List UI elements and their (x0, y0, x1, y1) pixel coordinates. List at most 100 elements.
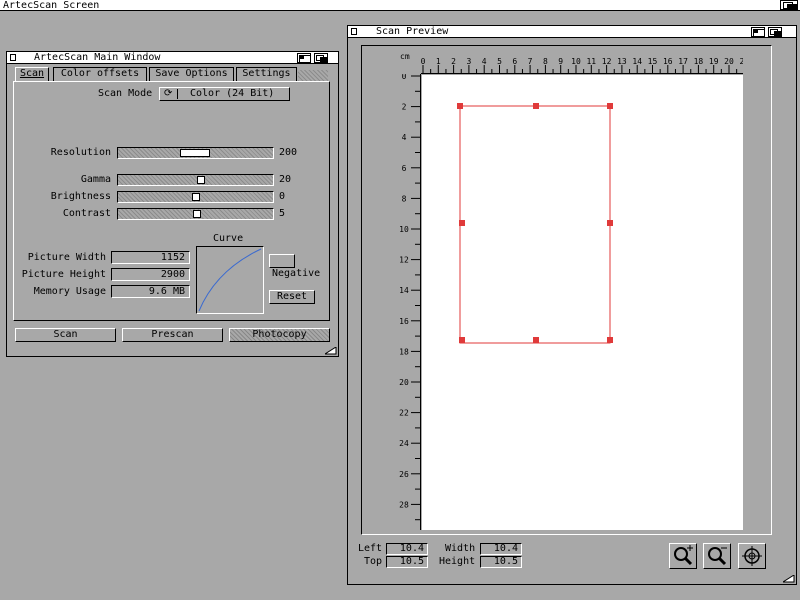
ruler-tick-label: 28 (399, 500, 409, 509)
left-label: Left (358, 543, 383, 554)
selection-handle (459, 337, 465, 343)
left-field[interactable]: 10.4 (386, 543, 428, 555)
main-window-title: ArtecScan Main Window (34, 52, 161, 63)
gamma-slider-knob[interactable] (197, 176, 205, 184)
brightness-slider-knob[interactable] (192, 193, 200, 201)
selection-border (459, 105, 611, 344)
memory-usage-field: 9.6 MB (111, 285, 190, 298)
selection-handle (533, 103, 539, 109)
picture-height-field: 2900 (111, 268, 190, 281)
tab-color-offsets[interactable]: Color offsets (53, 67, 147, 81)
ruler-tick-label: 14 (632, 58, 642, 66)
ruler-tick-label: 12 (399, 256, 409, 265)
reset-button-label: Reset (276, 291, 308, 302)
tab-settings[interactable]: Settings (236, 67, 297, 81)
depth-icon[interactable] (768, 27, 782, 37)
resolution-slider[interactable] (117, 147, 274, 159)
scan-button-label: Scan (53, 329, 78, 340)
ruler-tick-label: 6 (512, 58, 517, 66)
main-window-titlebar[interactable]: ArtecScan Main Window (7, 52, 338, 64)
negative-checkbox[interactable] (269, 254, 295, 268)
height-label: Height (439, 556, 476, 567)
ruler-tick-label: 10 (399, 225, 409, 234)
gamma-value: 20 (279, 174, 292, 185)
main-window-size-icon[interactable] (325, 347, 337, 355)
preview-window-size-icon[interactable] (783, 575, 795, 583)
ruler-tick-label: 9 (558, 58, 563, 66)
preview-window-title: Scan Preview (376, 26, 449, 37)
top-field[interactable]: 10.5 (386, 556, 428, 568)
tab-save-options[interactable]: Save Options (149, 67, 234, 81)
selection-handle (533, 337, 539, 343)
tab-settings-label: Settings (242, 68, 291, 79)
crosshair-button[interactable] (738, 543, 766, 569)
ruler-tick-label: 20 (399, 378, 409, 387)
ruler-tick-label: 20 (724, 58, 734, 66)
cycle-icon: ⟳ (164, 88, 173, 99)
ruler-tick-label: 24 (399, 439, 409, 448)
gamma-label: Gamma (80, 174, 111, 185)
prescan-button-label: Prescan (151, 329, 194, 340)
screen-title-bar: ArtecScan Screen (0, 0, 800, 11)
horizontal-ruler: 0123456789101112131415161718192021 (421, 58, 743, 74)
zoom-out-button[interactable] (703, 543, 731, 569)
ruler-tick-label: 26 (399, 470, 409, 479)
tab-scan[interactable]: Scan (15, 67, 49, 81)
top-label: Top (364, 556, 383, 567)
vertical-ruler: 0246810121416182022242628 (399, 74, 421, 530)
cycle-separator (177, 89, 178, 99)
selection-handle (607, 103, 613, 109)
tab-save-options-label: Save Options (155, 68, 228, 79)
zoom-icon[interactable] (751, 27, 765, 37)
ruler-tick-label: 21 (739, 58, 743, 66)
zoom-icon[interactable] (297, 53, 311, 63)
preview-window-titlebar[interactable]: Scan Preview (348, 26, 796, 38)
contrast-slider-knob[interactable] (193, 210, 201, 218)
screen-title: ArtecScan Screen (3, 0, 100, 11)
prescan-button[interactable]: Prescan (122, 328, 223, 342)
zoom-in-icon (674, 545, 693, 566)
resolution-label: Resolution (50, 147, 111, 158)
picture-width-field: 1152 (111, 251, 190, 264)
ruler-tick-label: 4 (402, 133, 407, 142)
scan-selection[interactable] (457, 102, 617, 347)
zoom-in-button[interactable] (669, 543, 697, 569)
ruler-tick-label: 10 (571, 58, 581, 66)
scan-mode-value: Color (24 Bit) (190, 88, 275, 99)
ruler-tick-label: 15 (648, 58, 658, 66)
ruler-tick-label: 1 (436, 58, 441, 66)
width-label: Width (445, 543, 476, 554)
crosshair-icon (742, 546, 762, 566)
ruler-tick-label: 19 (709, 58, 719, 66)
contrast-slider[interactable] (117, 208, 274, 220)
curve-label: Curve (213, 233, 244, 244)
scan-button[interactable]: Scan (15, 328, 116, 342)
close-icon[interactable] (10, 54, 16, 61)
tab-color-offsets-label: Color offsets (60, 68, 140, 79)
ruler-tick-label: 17 (678, 58, 688, 66)
brightness-value: 0 (279, 191, 286, 202)
ruler-tick-label: 14 (399, 286, 409, 295)
depth-icon[interactable] (314, 53, 328, 63)
gamma-curve (198, 248, 262, 312)
selection-handle (459, 220, 465, 226)
tab-scan-label: Scan (19, 68, 45, 79)
resolution-slider-knob[interactable] (180, 149, 210, 157)
scan-mode-cycle[interactable]: ⟳ Color (24 Bit) (159, 87, 290, 101)
ruler-tick-label: 18 (694, 58, 704, 66)
ruler-tick-label: 22 (399, 409, 409, 418)
screen-depth-gadget[interactable] (780, 0, 798, 11)
scan-mode-label: Scan Mode (98, 88, 153, 99)
gamma-slider[interactable] (117, 174, 274, 186)
close-icon[interactable] (351, 28, 357, 35)
ruler-tick-label: 16 (663, 58, 673, 66)
curve-box[interactable] (196, 246, 264, 314)
width-field[interactable]: 10.4 (480, 543, 522, 555)
picture-width-label: Picture Width (27, 252, 106, 263)
height-field[interactable]: 10.5 (480, 556, 522, 568)
brightness-slider[interactable] (117, 191, 274, 203)
ruler-tick-label: 3 (466, 58, 471, 66)
ruler-tick-label: 0 (421, 58, 426, 66)
reset-button[interactable]: Reset (269, 290, 315, 304)
memory-usage-label: Memory Usage (33, 286, 106, 297)
